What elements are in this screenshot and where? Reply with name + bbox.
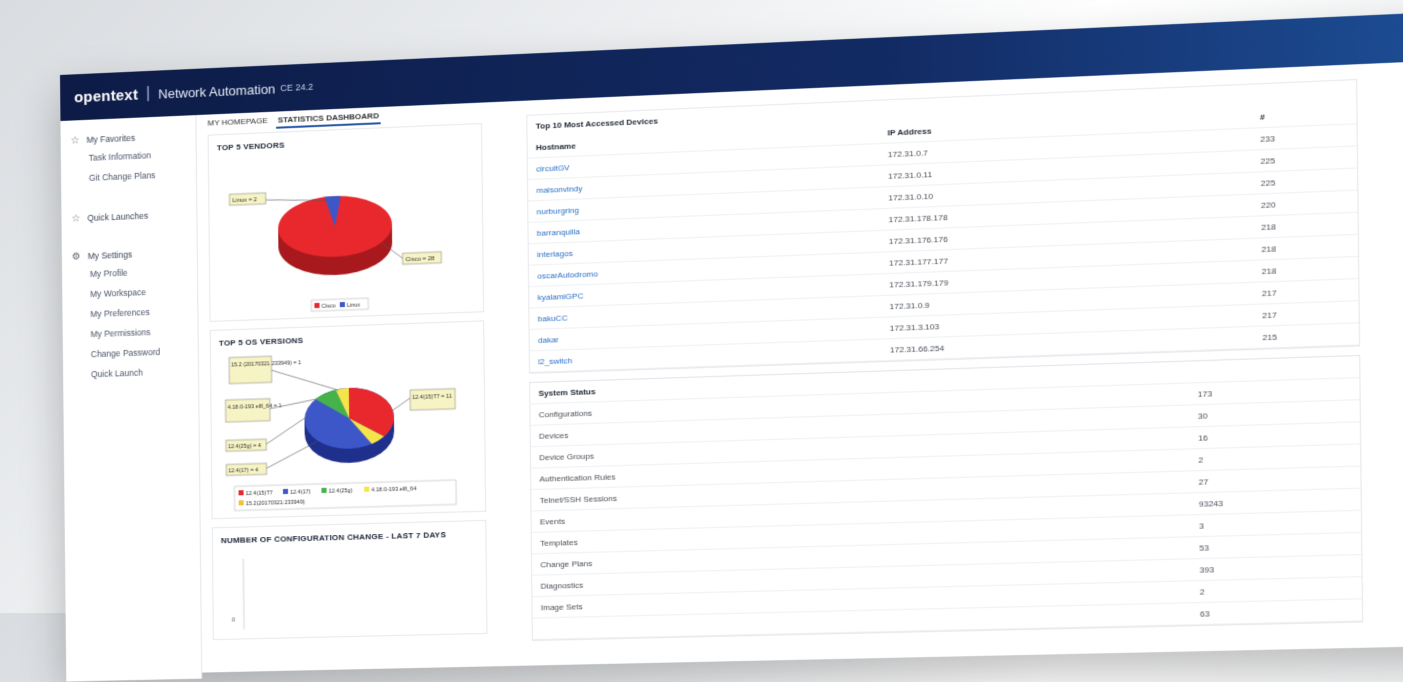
- legend-label: 4.18.0-193.el8_64: [371, 486, 416, 493]
- gear-icon: ⚙: [71, 250, 81, 263]
- config-change-panel: NUMBER OF CONFIGURATION CHANGE - LAST 7 …: [211, 519, 488, 641]
- sidebar: ☆ My Favorites Task Information Git Chan…: [60, 115, 203, 682]
- sidebar-section-label: My Settings: [87, 249, 133, 262]
- callout-12-4-17: 12.4(17) = 4: [228, 468, 258, 475]
- callout-cisco: Cisco = 28: [406, 256, 436, 263]
- legend-swatch: [321, 487, 327, 493]
- legend-swatch: [364, 486, 370, 492]
- most-accessed-table: Hostname IP Address # circuitGV 172.31.0.…: [527, 102, 1360, 373]
- legend-label: 12.4(15)T7: [246, 490, 273, 497]
- system-status-panel: System Status Configurations 173 Devices 30…: [529, 354, 1364, 642]
- os-versions-panel: TOP 5 OS VERSIONS 15.2 (20170321 233949)…: [209, 320, 487, 520]
- callout-12-4-15-t7: 12.4(15)T7 = 11: [412, 394, 452, 401]
- brand-logo: opentext: [74, 85, 139, 106]
- legend-swatch: [238, 490, 244, 496]
- legend-swatch: [282, 488, 289, 495]
- system-status-table: System Status Configurations 173 Devices 30…: [530, 355, 1363, 640]
- os-pie-chart: 15.2 (20170321 233949) = 1 4.18.0-193 el…: [211, 343, 485, 519]
- content-area: ☆ My Favorites Task Information Git Chan…: [60, 60, 1403, 682]
- callout-linux: Linux = 2: [232, 197, 257, 204]
- legend-swatch-cisco: [314, 302, 320, 309]
- tab-statistics-dashboard[interactable]: STATISTICS DASHBOARD: [275, 109, 382, 129]
- callout-line: [272, 368, 339, 392]
- star-icon: ☆: [70, 134, 80, 147]
- charts-column: TOP 5 VENDORS Linux = 2 Cisco = 28 Cisco: [207, 122, 488, 648]
- vendors-panel: TOP 5 VENDORS Linux = 2 Cisco = 28 Cisco: [207, 122, 485, 322]
- legend-label: Linux: [347, 302, 361, 309]
- legend-swatch-linux: [339, 301, 345, 308]
- config-change-chart: 0: [232, 542, 486, 630]
- access-count-cell: 215: [1253, 322, 1360, 349]
- app-window: opentext | Network Automation CE 24.2 ● …: [60, 11, 1403, 682]
- callout-15-2: 15.2 (20170321 233949) = 1: [231, 360, 301, 368]
- tab-my-homepage[interactable]: MY HOMEPAGE: [205, 114, 269, 132]
- y-axis-tick: 0: [232, 617, 236, 623]
- callout-line: [392, 398, 411, 411]
- callout-line: [266, 416, 309, 445]
- most-accessed-panel: Top 10 Most Accessed Devices Hostname IP…: [526, 78, 1361, 374]
- legend-label: 12.4(25g): [329, 488, 353, 495]
- vendors-pie-chart: Linux = 2 Cisco = 28 Cisco Linux: [209, 145, 483, 318]
- brand-separator: |: [145, 84, 151, 103]
- status-value-cell: 63: [1191, 598, 1363, 625]
- callout-4-18: 4.18.0-193 el8_64 = 1: [228, 403, 282, 411]
- callout-12-4-25g: 12.4(25g) = 4: [228, 443, 261, 450]
- callout-line: [266, 442, 317, 469]
- product-name: Network Automation: [158, 80, 276, 102]
- legend-swatch: [238, 500, 244, 506]
- tables-column: Top 10 Most Accessed Devices Hostname IP…: [526, 78, 1364, 649]
- sidebar-item-git-change-plans[interactable]: Git Change Plans: [61, 163, 196, 189]
- product-version: CE 24.2: [280, 81, 314, 94]
- sidebar-item-quick-launch[interactable]: Quick Launch: [63, 361, 198, 386]
- sidebar-section-quick-launches[interactable]: ☆ Quick Launches: [61, 206, 196, 227]
- sidebar-section-label: Quick Launches: [87, 210, 149, 224]
- callout-box: [229, 356, 272, 384]
- legend-label: Cisco: [322, 303, 336, 310]
- legend-label: 12.4(17): [290, 489, 311, 496]
- y-axis: [243, 559, 244, 630]
- sidebar-section-label: My Favorites: [86, 132, 136, 145]
- star-icon: ☆: [71, 212, 81, 225]
